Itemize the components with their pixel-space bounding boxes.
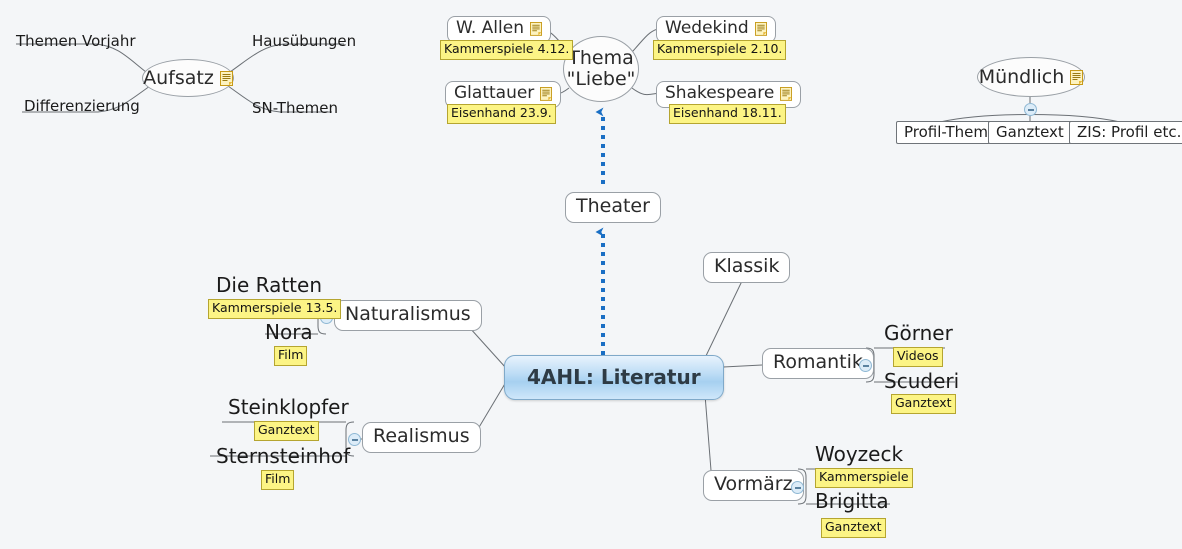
branch-vormaerz[interactable]: Vormärz	[703, 470, 804, 501]
note-icon[interactable]	[754, 21, 767, 36]
thema-liebe-child-w-allen[interactable]: W. Allen	[447, 16, 551, 43]
tag-ganztext-steinklopfer: Ganztext	[254, 421, 319, 441]
tag-film-sternsteinhof: Film	[261, 470, 295, 490]
note-icon[interactable]	[529, 21, 542, 36]
root-node[interactable]: 4AHL: Literatur	[504, 355, 724, 400]
aufsatz-branch-differenzierung[interactable]: Differenzierung	[24, 98, 140, 115]
tag-kammerspiele-2-10: Kammerspiele 2.10.	[653, 40, 787, 60]
branch-realismus[interactable]: Realismus	[362, 422, 481, 453]
note-icon[interactable]	[1070, 69, 1084, 85]
floating-topic-aufsatz[interactable]: Aufsatz	[142, 59, 234, 97]
tag-kammerspiele-13-5: Kammerspiele 13.5.	[208, 299, 342, 319]
naturalismus-child-nora[interactable]: Nora	[265, 321, 313, 343]
tag-film-nora: Film	[274, 346, 308, 366]
tag-kammerspiele-4-12: Kammerspiele 4.12.	[440, 40, 574, 60]
note-icon[interactable]	[540, 86, 553, 101]
thema-liebe-child-wedekind[interactable]: Wedekind	[656, 16, 776, 43]
root-label: 4AHL: Literatur	[527, 365, 701, 389]
aufsatz-label: Aufsatz	[143, 67, 214, 89]
tag-eisenhand-23-9: Eisenhand 23.9.	[447, 104, 556, 124]
floating-topic-muendlich[interactable]: Mündlich	[977, 57, 1085, 97]
branch-naturalismus[interactable]: Naturalismus	[334, 300, 482, 331]
muendlich-child-zis-profil[interactable]: ZIS: Profil etc.	[1069, 121, 1182, 144]
muendlich-label: Mündlich	[978, 66, 1065, 88]
tag-videos-goerner: Videos	[893, 347, 943, 367]
theater-node[interactable]: Theater	[565, 192, 661, 223]
collapse-toggle-muendlich[interactable]	[1024, 103, 1037, 116]
collapse-toggle-romantik[interactable]	[859, 359, 872, 372]
realismus-child-steinklopfer[interactable]: Steinklopfer	[228, 396, 349, 418]
romantik-child-scuderi[interactable]: Scuderi	[884, 370, 959, 392]
vormaerz-child-brigitta[interactable]: Brigitta	[815, 490, 889, 512]
realismus-child-sternsteinhof[interactable]: Sternsteinhof	[216, 445, 350, 467]
tag-ganztext-brigitta: Ganztext	[821, 518, 886, 538]
note-icon[interactable]	[219, 70, 233, 86]
collapse-toggle-vormaerz[interactable]	[791, 481, 804, 494]
tag-ganztext-scuderi: Ganztext	[891, 394, 956, 414]
romantik-child-goerner[interactable]: Görner	[884, 322, 953, 344]
aufsatz-branch-hausuebungen[interactable]: Hausübungen	[252, 33, 356, 50]
branch-romantik[interactable]: Romantik	[762, 348, 874, 379]
thema-liebe-line1: Thema	[568, 46, 634, 69]
naturalismus-child-die-ratten[interactable]: Die Ratten	[216, 274, 322, 296]
tag-eisenhand-18-11: Eisenhand 18.11.	[669, 104, 786, 124]
aufsatz-branch-sn-themen[interactable]: SN-Themen	[252, 100, 338, 117]
tag-kammerspiele-woyzeck: Kammerspiele	[815, 468, 913, 488]
vormaerz-child-woyzeck[interactable]: Woyzeck	[815, 443, 903, 465]
branch-klassik[interactable]: Klassik	[703, 252, 791, 283]
note-icon[interactable]	[780, 86, 793, 101]
aufsatz-branch-themen-vorjahr[interactable]: Themen Vorjahr	[16, 33, 136, 50]
floating-topic-thema-liebe[interactable]: Thema "Liebe"	[563, 36, 639, 102]
thema-liebe-line2: "Liebe"	[566, 68, 636, 90]
mindmap-canvas: Aufsatz Themen Vorjahr Hausübungen Diffe…	[0, 0, 1182, 549]
